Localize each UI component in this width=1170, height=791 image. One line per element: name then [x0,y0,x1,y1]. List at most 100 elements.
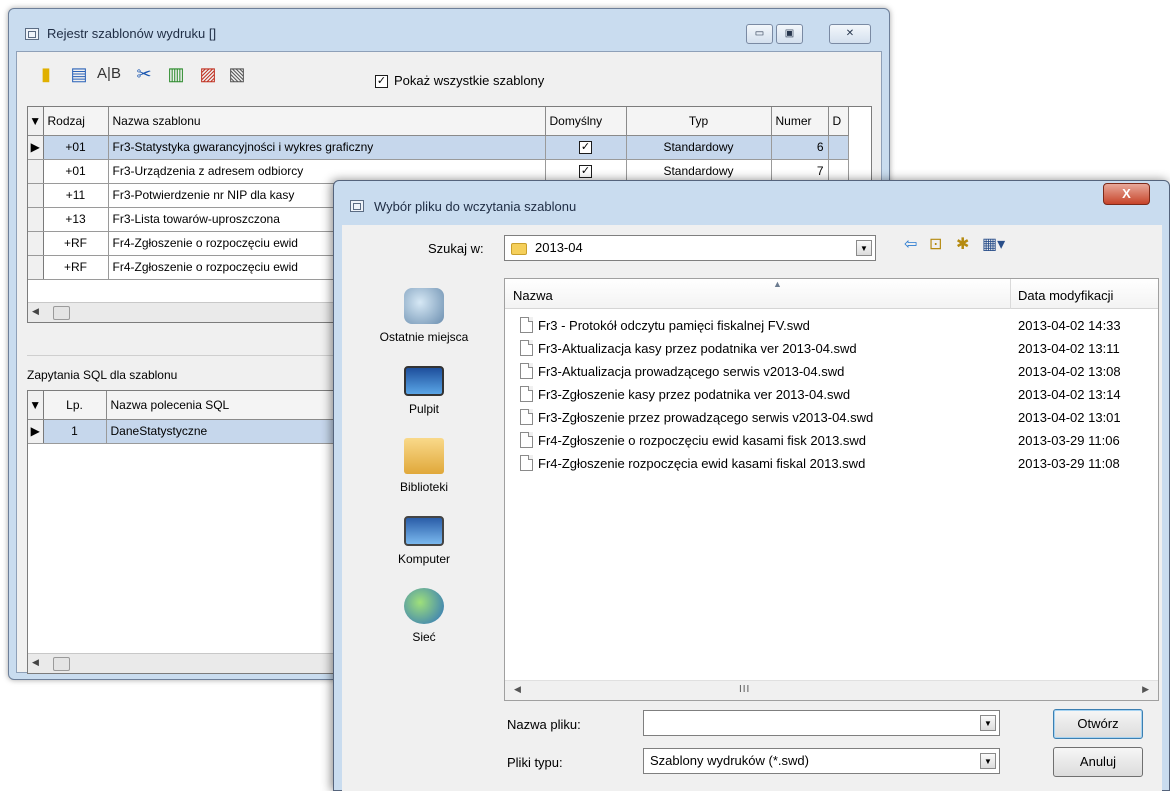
chevron-down-icon[interactable]: ▼ [856,240,872,256]
file-name: Fr3 - Protokół odczytu pamięci fiskalnej… [538,318,810,333]
scrollbar-thumb[interactable] [53,306,70,320]
file-list-header: Nazwa ▲ Data modyfikacji [505,279,1158,309]
scroll-right-icon[interactable]: ▶ [1142,684,1149,695]
place-libraries[interactable]: Biblioteki [349,438,499,494]
file-item[interactable]: Fr4-Zgłoszenie rozpoczęcia ewid kasami f… [505,452,1158,475]
cancel-button[interactable]: Anuluj [1053,747,1143,777]
file-date: 2013-04-02 14:33 [1018,318,1121,333]
open-button[interactable]: Otwórz [1053,709,1143,739]
window-icon [25,28,39,40]
chevron-down-icon[interactable]: ▼ [980,715,996,731]
dialog-title: Wybór pliku do wczytania szablonu [374,199,577,214]
cell-kind[interactable]: +01 [43,159,109,184]
scroll-left-icon[interactable]: ◀ [514,684,521,695]
column-header-default[interactable]: Domyślny [545,107,627,136]
file-icon [520,363,533,379]
place-label: Biblioteki [399,480,449,494]
file-item[interactable]: Fr4-Zgłoszenie o rozpoczęciu ewid kasami… [505,429,1158,452]
column-header-type[interactable]: Typ [626,107,772,136]
default-checkbox[interactable]: ✓ [579,165,592,179]
column-header-lp[interactable]: Lp. [43,391,107,420]
cell-number[interactable]: 6 [771,135,829,160]
libraries-icon [404,438,444,474]
file-item[interactable]: Fr3-Aktualizacja kasy przez podatnika ve… [505,337,1158,360]
scroll-left-icon[interactable]: ◀ [32,306,39,317]
column-header-name[interactable]: Nazwa szablonu [108,107,546,136]
cell-kind[interactable]: +01 [43,135,109,160]
place-computer[interactable]: Komputer [349,516,499,566]
cell-lp[interactable]: 1 [43,419,107,444]
file-icon [520,340,533,356]
column-header-d[interactable]: D [828,107,849,136]
cell-kind[interactable]: +RF [43,231,109,256]
cell-d[interactable] [828,135,849,160]
place-desktop[interactable]: Pulpit [349,366,499,416]
title-bar[interactable]: Rejestr szablonów wydruku [] ▭ ▣ ✕ [9,9,889,49]
table-row[interactable]: ▶ +01 Fr3-Statystyka gwarancyjności i wy… [28,135,849,160]
file-item[interactable]: Fr3-Zgłoszenie przez prowadzącego serwis… [505,406,1158,429]
close-button[interactable]: X [1103,183,1150,205]
back-arrow-icon[interactable]: ⇦ [904,236,917,254]
cell-default[interactable]: ✓ [545,135,627,160]
cell-kind[interactable]: +13 [43,207,109,232]
file-list[interactable]: Nazwa ▲ Data modyfikacji Fr3 - Protokół … [504,278,1159,701]
close-button[interactable]: ✕ [829,24,871,44]
sql-queries-label: Zapytania SQL dla szablonu [27,368,178,382]
column-menu-icon[interactable]: ▼ [28,391,44,420]
scroll-left-icon[interactable]: ◀ [32,657,39,668]
file-icon [520,409,533,425]
recent-places-icon [404,288,444,324]
cell-kind[interactable]: +RF [43,255,109,280]
scissors-icon[interactable]: ✂ [132,62,156,86]
file-date: 2013-04-02 13:14 [1018,387,1121,402]
export-template-icon[interactable]: ▨ [196,62,220,86]
row-indicator: ▶ [28,419,44,444]
show-all-check-mark[interactable]: ✓ [375,75,388,89]
scrollbar-grip[interactable]: III [739,684,750,695]
default-checkbox[interactable]: ✓ [579,141,592,155]
file-name: Fr3-Zgłoszenie przez prowadzącego serwis… [538,410,874,425]
scrollbar-thumb[interactable] [53,657,70,671]
exit-door-icon[interactable]: ▮ [34,62,58,86]
column-header-number[interactable]: Numer [771,107,829,136]
column-separator[interactable] [1010,279,1011,309]
file-name: Fr3-Aktualizacja prowadzącego serwis v20… [538,364,845,379]
file-item[interactable]: Fr3-Aktualizacja prowadzącego serwis v20… [505,360,1158,383]
new-folder-icon[interactable]: ✱ [956,236,969,254]
place-label: Sieć [412,630,436,644]
place-recent[interactable]: Ostatnie miejsca [349,288,499,344]
cell-kind[interactable]: +11 [43,183,109,208]
file-name: Fr3-Zgłoszenie kasy przez podatnika ver … [538,387,851,402]
add-template-icon[interactable]: ▤ [67,62,91,86]
rename-icon[interactable]: A|B [97,62,121,86]
import-template-icon[interactable]: ▥ [164,62,188,86]
copy-template-icon[interactable]: ▧ [225,62,249,86]
horizontal-scrollbar[interactable]: ◀ III ▶ [505,680,1158,700]
file-date: 2013-03-29 11:08 [1018,456,1120,471]
cell-type[interactable]: Standardowy [626,135,772,160]
column-header-name[interactable]: Nazwa [513,288,553,303]
file-item[interactable]: Fr3-Zgłoszenie kasy przez podatnika ver … [505,383,1158,406]
filetype-select[interactable]: Szablony wydruków (*.swd) ▼ [643,748,1000,774]
cell-name[interactable]: Fr3-Statystyka gwarancyjności i wykres g… [108,135,546,160]
file-item[interactable]: Fr3 - Protokół odczytu pamięci fiskalnej… [505,314,1158,337]
sort-ascending-icon: ▲ [773,279,782,289]
chevron-down-icon[interactable]: ▼ [980,753,996,769]
row-indicator [28,255,44,280]
dialog-icon [350,200,364,212]
filetype-value: Szablony wydruków (*.swd) [650,753,809,768]
place-network[interactable]: Sieć [349,588,499,644]
column-menu-icon[interactable]: ▼ [28,107,44,136]
computer-icon [404,516,444,546]
column-header-date[interactable]: Data modyfikacji [1018,288,1113,303]
view-menu-icon[interactable]: ▦▾ [982,236,1005,254]
up-folder-icon[interactable]: ⊡ [929,236,942,254]
file-name: Fr3-Aktualizacja kasy przez podatnika ve… [538,341,857,356]
look-in-select[interactable]: 2013-04 ▼ [504,235,876,261]
maximize-button[interactable]: ▣ [776,24,803,44]
column-header-kind[interactable]: Rodzaj [43,107,109,136]
filename-input[interactable]: ▼ [643,710,1000,736]
show-all-checkbox[interactable]: ✓ Pokaż wszystkie szablony [375,73,544,89]
network-icon [404,588,444,624]
minimize-button[interactable]: ▭ [746,24,773,44]
